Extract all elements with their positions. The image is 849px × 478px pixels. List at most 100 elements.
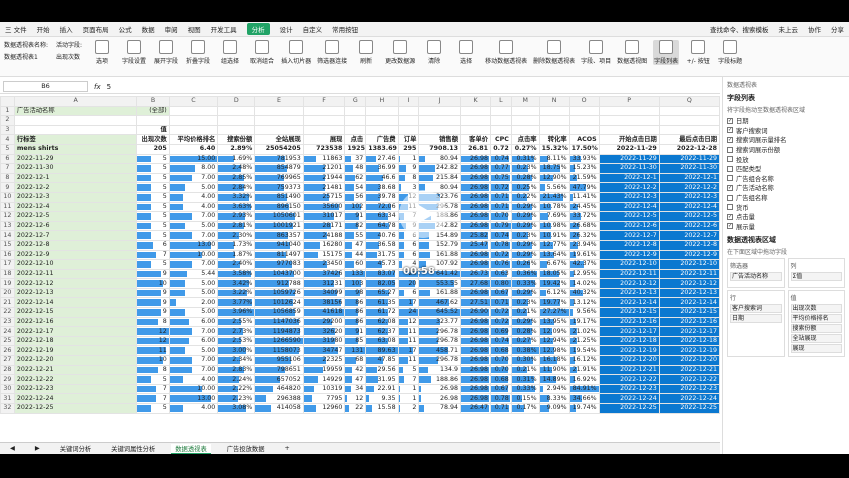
sheet-tab-0[interactable]: 关键词分析 bbox=[56, 444, 95, 453]
table-cell[interactable]: 5.00 bbox=[168, 345, 219, 357]
table-cell[interactable]: 6.67% bbox=[538, 259, 570, 270]
ungroup-button[interactable]: 取消组合 bbox=[249, 40, 275, 65]
table-cell[interactable]: 0.28% bbox=[510, 326, 540, 337]
table-cell[interactable]: 2022-12-19 bbox=[13, 345, 138, 357]
table-cell[interactable]: 2022-12-11 bbox=[13, 268, 138, 280]
menu-item-1[interactable]: 开始 bbox=[37, 24, 50, 34]
table-cell[interactable]: 11 bbox=[136, 345, 170, 357]
table-cell[interactable]: 5 bbox=[136, 163, 170, 174]
table-cell[interactable]: 5.00 bbox=[168, 307, 219, 318]
table-cell[interactable]: 10 bbox=[136, 278, 170, 289]
table-cell[interactable] bbox=[365, 115, 399, 126]
table-cell[interactable]: 84.91% bbox=[568, 383, 600, 395]
field-checkbox[interactable] bbox=[727, 204, 733, 211]
field-item[interactable]: 搜索词展示份额 bbox=[727, 145, 845, 155]
table-cell[interactable]: 2022-11-30 bbox=[598, 163, 660, 174]
table-cell[interactable]: 205 bbox=[136, 143, 170, 155]
table-cell[interactable]: 2022-12-8 bbox=[598, 239, 660, 251]
table-cell[interactable]: 8.33% bbox=[538, 393, 570, 404]
table-cell[interactable] bbox=[254, 115, 304, 126]
table-cell[interactable]: 2022-12-25 bbox=[658, 403, 720, 414]
table-cell[interactable]: 行标签 bbox=[13, 134, 138, 145]
table-cell[interactable]: 15.32% bbox=[538, 143, 570, 155]
table-cell[interactable]: 0.27% bbox=[510, 143, 540, 155]
table-cell[interactable]: 26.98 bbox=[418, 393, 461, 404]
row-header[interactable]: 12 bbox=[0, 211, 15, 222]
table-cell[interactable]: 0.36% bbox=[510, 268, 540, 280]
table-cell[interactable]: 8 bbox=[397, 172, 420, 184]
table-cell[interactable]: 2022-12-15 bbox=[598, 307, 660, 318]
table-cell[interactable]: 6 bbox=[397, 239, 420, 251]
zone-chip[interactable]: 客户搜索词 bbox=[730, 304, 782, 314]
table-cell[interactable]: 8 bbox=[136, 364, 170, 376]
table-cell[interactable] bbox=[598, 105, 660, 117]
table-cell[interactable]: 2022-11-30 bbox=[658, 163, 720, 174]
table-cell[interactable]: mens shirts bbox=[13, 143, 138, 155]
col-header-N[interactable]: N bbox=[538, 96, 570, 107]
field-checkbox[interactable]: ✓ bbox=[727, 117, 733, 124]
table-cell[interactable]: 全站展现 bbox=[254, 134, 304, 145]
table-cell[interactable]: 2022-12-22 bbox=[13, 374, 138, 385]
table-cell[interactable]: 7.00 bbox=[168, 364, 219, 376]
table-cell[interactable]: 86 bbox=[344, 297, 367, 309]
table-cell[interactable]: 1147036 bbox=[254, 316, 304, 328]
field-item[interactable]: 匹配类型 bbox=[727, 164, 845, 174]
name-box[interactable]: B6 bbox=[3, 81, 88, 92]
sheet-tab-3[interactable]: 广告投放数据 bbox=[223, 444, 269, 453]
table-cell[interactable]: 2.89% bbox=[217, 143, 256, 155]
table-cell[interactable] bbox=[538, 115, 570, 126]
table-cell[interactable]: 2022-12-25 bbox=[13, 403, 138, 414]
table-cell[interactable]: 295 bbox=[397, 143, 420, 155]
clear-button[interactable]: 清除 bbox=[421, 40, 447, 65]
table-cell[interactable]: 2022-12-18 bbox=[13, 335, 138, 347]
table-cell[interactable]: 80.94 bbox=[418, 153, 461, 165]
move-button[interactable]: 移动数据透视表 bbox=[485, 40, 527, 65]
table-cell[interactable] bbox=[510, 115, 540, 126]
table-cell[interactable]: 6 bbox=[136, 239, 170, 251]
table-cell[interactable]: 296388 bbox=[254, 393, 304, 404]
table-cell[interactable]: 2022-12-18 bbox=[598, 335, 660, 347]
table-cell[interactable]: 2022-12-25 bbox=[598, 403, 660, 414]
table-cell[interactable]: 242.82 bbox=[418, 163, 461, 174]
table-cell[interactable]: 0.70 bbox=[490, 211, 512, 222]
col-header-Q[interactable]: Q bbox=[658, 96, 720, 107]
table-cell[interactable]: 83.07 bbox=[365, 268, 399, 280]
table-cell[interactable]: 2022-12-18 bbox=[658, 335, 720, 347]
table-cell[interactable]: 2022-12-14 bbox=[598, 297, 660, 309]
table-cell[interactable]: 1925 bbox=[344, 143, 367, 155]
table-cell[interactable]: 19959 bbox=[302, 364, 346, 376]
table-cell[interactable] bbox=[365, 105, 399, 117]
table-cell[interactable]: 3.32% bbox=[217, 191, 256, 203]
table-cell[interactable]: 769965 bbox=[254, 172, 304, 184]
table-cell[interactable]: 5 bbox=[136, 259, 170, 270]
table-cell[interactable]: 31.75 bbox=[365, 249, 399, 261]
table-cell[interactable]: 102 bbox=[344, 201, 367, 213]
menu-item-5[interactable]: 数据 bbox=[142, 24, 155, 34]
table-cell[interactable]: 323.77 bbox=[418, 316, 461, 328]
table-cell[interactable]: 6 bbox=[397, 249, 420, 261]
zone-chip[interactable]: 日期 bbox=[730, 314, 782, 324]
table-cell[interactable]: 2022-12-10 bbox=[658, 259, 720, 270]
select-button[interactable]: 选择 bbox=[453, 40, 479, 65]
table-cell[interactable]: 458.71 bbox=[418, 345, 461, 357]
table-cell[interactable]: 2.94% bbox=[538, 383, 570, 395]
table-cell[interactable]: 98 bbox=[344, 287, 367, 299]
table-cell[interactable]: 0.31% bbox=[510, 153, 540, 165]
table-cell[interactable] bbox=[397, 105, 420, 117]
row-header[interactable]: 4 bbox=[0, 134, 15, 145]
table-cell[interactable]: 2022-12-16 bbox=[598, 316, 660, 328]
table-cell[interactable]: 133 bbox=[344, 268, 367, 280]
table-cell[interactable]: 16.92% bbox=[568, 374, 600, 385]
table-cell[interactable]: 26.98 bbox=[459, 383, 492, 395]
sheet-tab-2[interactable]: 数据透视表 bbox=[171, 443, 211, 454]
table-cell[interactable]: 464820 bbox=[254, 383, 304, 395]
row-header[interactable]: 11 bbox=[0, 201, 15, 213]
table-cell[interactable]: 9.35 bbox=[365, 393, 399, 404]
table-cell[interactable]: 26.90 bbox=[459, 307, 492, 318]
drop-zone[interactable]: 筛选器 广告活动名称 bbox=[727, 258, 785, 289]
table-cell[interactable] bbox=[344, 115, 367, 126]
table-cell[interactable]: 12 bbox=[136, 326, 170, 337]
fields-items-button[interactable]: 字段、项目 bbox=[581, 40, 611, 65]
table-cell[interactable]: 0.72 bbox=[490, 249, 512, 261]
table-cell[interactable] bbox=[568, 105, 600, 117]
